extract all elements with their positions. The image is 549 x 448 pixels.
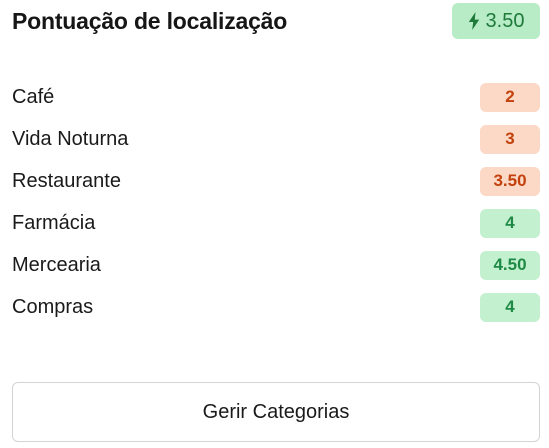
- manage-categories-button[interactable]: Gerir Categorias: [12, 382, 540, 442]
- category-row: Mercearia 4.50: [12, 244, 540, 286]
- category-label: Mercearia: [12, 253, 101, 276]
- overall-score-value: 3.50: [485, 9, 525, 32]
- category-score-badge: 2: [480, 82, 540, 112]
- category-row: Restaurante 3.50: [12, 160, 540, 202]
- category-label: Restaurante: [12, 169, 121, 192]
- category-score-badge: 4: [480, 208, 540, 238]
- category-score-badge: 3.50: [480, 166, 540, 196]
- category-label: Vida Noturna: [12, 127, 129, 150]
- overall-score-badge: 3.50: [452, 3, 540, 39]
- category-score-badge: 4: [480, 292, 540, 322]
- panel-header: Pontuação de localização 3.50: [12, 2, 540, 40]
- category-score-list: Café 2 Vida Noturna 3 Restaurante 3.50 F…: [12, 76, 540, 328]
- category-score-badge: 3: [480, 124, 540, 154]
- category-label: Café: [12, 85, 55, 108]
- category-row: Compras 4: [12, 286, 540, 328]
- category-row: Farmácia 4: [12, 202, 540, 244]
- location-score-panel: Pontuação de localização 3.50 Café 2 Vid…: [0, 0, 549, 448]
- category-label: Compras: [12, 295, 94, 318]
- category-row: Café 2: [12, 76, 540, 118]
- panel-title: Pontuação de localização: [12, 7, 288, 34]
- category-row: Vida Noturna 3: [12, 118, 540, 160]
- category-label: Farmácia: [12, 211, 96, 234]
- lightning-bolt-icon: [468, 12, 480, 30]
- category-score-badge: 4.50: [480, 250, 540, 280]
